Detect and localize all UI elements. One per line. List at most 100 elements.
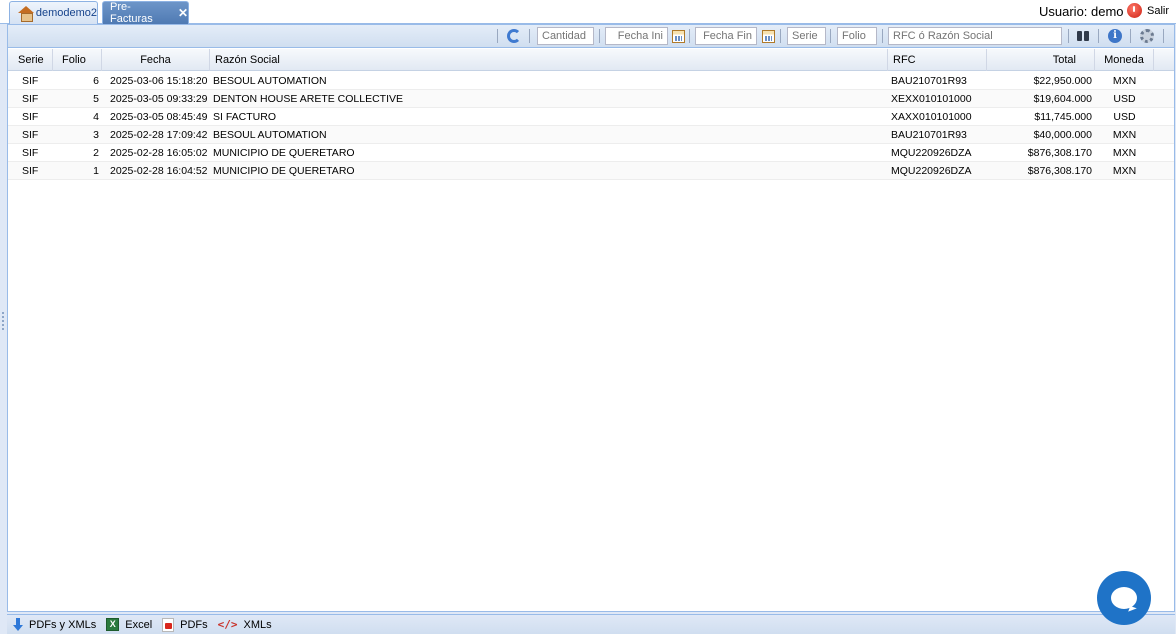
toolbar-separator [529, 29, 530, 43]
cell-moneda: USD [1113, 111, 1136, 123]
chat-button[interactable] [1097, 571, 1151, 625]
fecha-fin-calendar-button[interactable] [760, 28, 776, 44]
grid-header: Serie Folio Fecha Razón Social RFC Total… [8, 49, 1174, 71]
cell-rfc: BAU210701R93 [891, 75, 967, 87]
cell-moneda: MXN [1112, 147, 1137, 159]
main-panel: i Serie Folio Fecha Razón Social RFC Tot… [7, 24, 1175, 612]
column-header-razon-social[interactable]: Razón Social [210, 49, 888, 71]
cell-folio: 2 [93, 147, 99, 159]
cell-moneda: MXN [1112, 75, 1137, 87]
serie-input[interactable] [787, 27, 826, 45]
column-header-folio[interactable]: Folio [53, 49, 102, 71]
cell-serie: SIF [22, 75, 39, 87]
tab-pre-facturas-label: Pre-Facturas [110, 1, 153, 25]
cell-razon-social: MUNICIPIO DE QUERETARO [213, 165, 355, 177]
info-icon: i [1108, 29, 1122, 43]
cell-total: $11,745.000 [1034, 111, 1092, 123]
column-header-fecha[interactable]: Fecha [102, 49, 210, 71]
xmls-label: XMLs [243, 618, 272, 631]
toolbar-separator [1098, 29, 1099, 43]
cell-total: $19,604.000 [1033, 93, 1092, 105]
bottom-toolbar: PDFs y XMLs X Excel PDFs </> XMLs [7, 614, 1175, 634]
cell-fecha: 2025-02-28 16:05:02 [110, 147, 208, 159]
cell-serie: SIF [22, 129, 39, 141]
table-row[interactable]: SIF 6 2025-03-06 15:18:20 BESOUL AUTOMAT… [8, 72, 1174, 90]
cell-folio: 6 [93, 75, 99, 87]
cell-fecha: 2025-03-06 15:18:20 [110, 75, 208, 87]
cell-rfc: XAXX010101000 [891, 111, 972, 123]
tab-home-label: demodemo2 [35, 7, 97, 19]
toolbar-separator [1068, 29, 1069, 43]
table-row[interactable]: SIF 5 2025-03-05 09:33:29 DENTON HOUSE A… [8, 90, 1174, 108]
xmls-button[interactable]: </> XMLs [218, 618, 272, 631]
tab-pre-facturas[interactable]: Pre-Facturas ✕ [102, 1, 189, 25]
cell-moneda: MXN [1112, 129, 1137, 141]
cell-razon-social: DENTON HOUSE ARETE COLLECTIVE [213, 93, 404, 105]
toolbar-separator [497, 29, 498, 43]
toolbar-separator [882, 29, 883, 43]
gear-icon [1140, 29, 1154, 43]
cell-total: $22,950.000 [1033, 75, 1092, 87]
calendar-icon [761, 29, 775, 43]
cell-folio: 1 [93, 165, 99, 177]
refresh-button[interactable] [506, 28, 522, 44]
grid-body: SIF 6 2025-03-06 15:18:20 BESOUL AUTOMAT… [8, 72, 1174, 180]
toolbar: i [8, 25, 1174, 48]
toolbar-separator [830, 29, 831, 43]
cell-fecha: 2025-02-28 16:04:52 [110, 165, 208, 177]
close-icon[interactable]: ✕ [178, 6, 188, 20]
table-row[interactable]: SIF 2 2025-02-28 16:05:02 MUNICIPIO DE Q… [8, 144, 1174, 162]
fecha-fin-input[interactable] [695, 27, 757, 45]
power-icon [1127, 3, 1142, 18]
excel-button[interactable]: X Excel [106, 618, 152, 631]
excel-icon: X [106, 618, 120, 631]
excel-label: Excel [125, 618, 153, 631]
cell-fecha: 2025-03-05 08:45:49 [110, 111, 208, 123]
toolbar-separator [689, 29, 690, 43]
column-header-serie[interactable]: Serie [8, 49, 53, 71]
pdfs-button[interactable]: PDFs [162, 617, 208, 632]
download-pdfs-xmls-button[interactable]: PDFs y XMLs [13, 618, 96, 631]
fecha-ini-calendar-button[interactable] [670, 28, 686, 44]
cantidad-input[interactable] [537, 27, 594, 45]
cell-moneda: MXN [1112, 165, 1137, 177]
toolbar-separator [780, 29, 781, 43]
download-pdfs-xmls-label: PDFs y XMLs [29, 618, 97, 631]
cell-razon-social: SI FACTURO [213, 111, 277, 123]
column-header-total[interactable]: Total [987, 49, 1095, 71]
tab-home[interactable]: demodemo2 [9, 1, 98, 24]
download-icon [13, 618, 23, 631]
chat-bubble-icon [1111, 587, 1137, 609]
code-icon: </> [217, 618, 238, 631]
column-header-moneda[interactable]: Moneda [1095, 49, 1154, 71]
folio-input[interactable] [837, 27, 877, 45]
logout-button[interactable]: Salir [1127, 3, 1169, 18]
cell-folio: 5 [93, 93, 99, 105]
table-row[interactable]: SIF 3 2025-02-28 17:09:42 BESOUL AUTOMAT… [8, 126, 1174, 144]
cell-razon-social: MUNICIPIO DE QUERETARO [213, 147, 355, 159]
cell-fecha: 2025-02-28 17:09:42 [110, 129, 208, 141]
home-icon [18, 6, 34, 22]
column-header-rfc[interactable]: RFC [888, 49, 987, 71]
table-row[interactable]: SIF 4 2025-03-05 08:45:49 SI FACTURO XAX… [8, 108, 1174, 126]
toolbar-separator [1163, 29, 1164, 43]
refresh-icon [507, 29, 521, 43]
rfc-razon-social-input[interactable] [888, 27, 1062, 45]
cell-fecha: 2025-03-05 09:33:29 [110, 93, 208, 105]
table-row[interactable]: SIF 1 2025-02-28 16:04:52 MUNICIPIO DE Q… [8, 162, 1174, 180]
cell-total: $876,308.170 [1027, 147, 1092, 159]
cell-total: $40,000.000 [1033, 129, 1092, 141]
settings-button[interactable] [1139, 28, 1155, 44]
user-label: Usuario: demo [1039, 4, 1124, 19]
pdf-icon [162, 617, 175, 632]
search-button[interactable] [1075, 28, 1091, 44]
top-tab-bar: demodemo2 Pre-Facturas ✕ Usuario: demo S… [0, 0, 1176, 25]
fecha-ini-input[interactable] [605, 27, 668, 45]
cell-serie: SIF [22, 147, 39, 159]
cell-serie: SIF [22, 165, 39, 177]
binoculars-icon [1077, 31, 1089, 41]
cell-total: $876,308.170 [1027, 165, 1092, 177]
splitter-handle[interactable] [2, 312, 4, 332]
info-button[interactable]: i [1107, 28, 1123, 44]
toolbar-separator [599, 29, 600, 43]
